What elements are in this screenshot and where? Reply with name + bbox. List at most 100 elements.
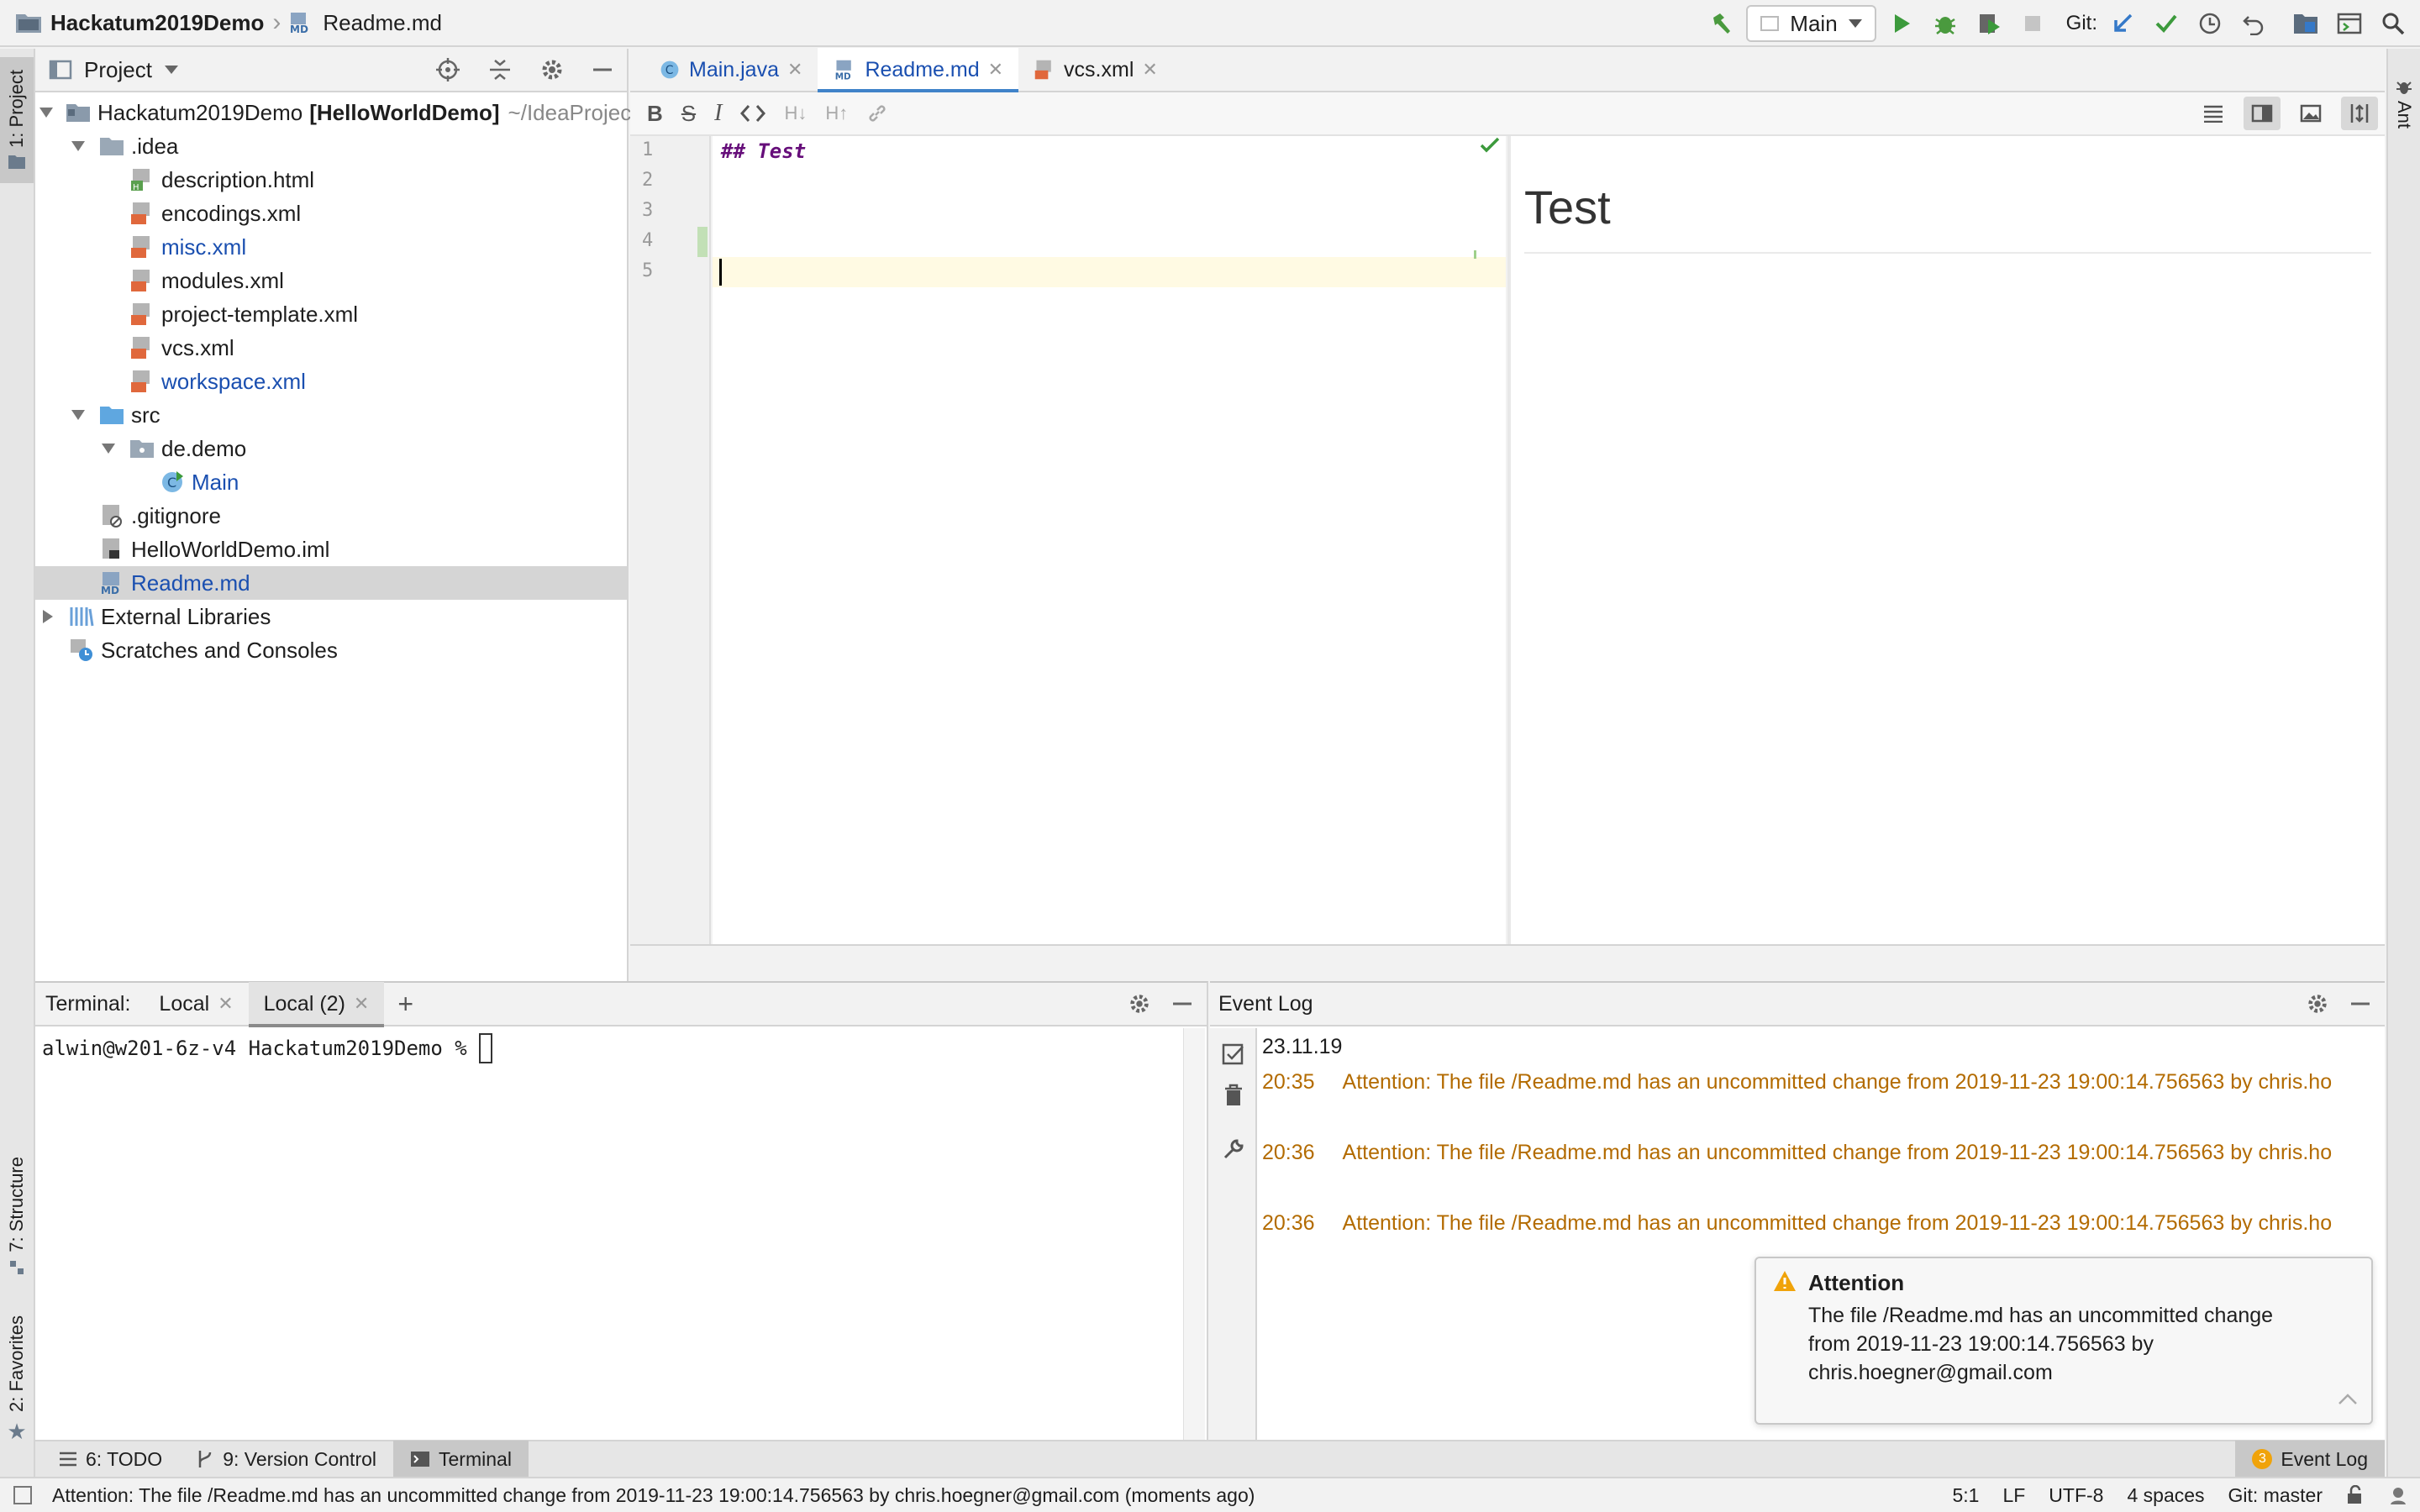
collapsed-arrow-icon[interactable] — [39, 607, 57, 626]
terminal-output[interactable]: alwin@w201-6z-v4 Hackatum2019Demo % — [42, 1033, 493, 1063]
close-icon[interactable]: ✕ — [988, 59, 1003, 81]
code-editor[interactable]: ## Test — [713, 136, 1506, 944]
todo-tool-button[interactable]: 6: TODO — [42, 1441, 179, 1478]
new-session-plus-icon[interactable]: + — [397, 989, 413, 1020]
line-separator[interactable]: LF — [2002, 1484, 2025, 1507]
caret-position[interactable]: 5:1 — [1952, 1484, 1979, 1507]
debug-bug-icon[interactable] — [1927, 5, 1964, 42]
collapse-all-icon[interactable] — [487, 57, 513, 82]
terminal-tab-local[interactable]: Local ✕ — [144, 982, 248, 1026]
breadcrumb-project[interactable]: Hackatum2019Demo — [50, 10, 264, 36]
chevron-up-icon[interactable] — [2338, 1393, 2358, 1406]
stop-icon[interactable] — [2014, 5, 2051, 42]
status-message[interactable]: Attention: The file /Readme.md has an un… — [52, 1484, 1255, 1507]
build-hammer-icon[interactable] — [1702, 5, 1739, 42]
indent-setting[interactable]: 4 spaces — [2127, 1484, 2204, 1507]
file-encoding[interactable]: UTF-8 — [2049, 1484, 2103, 1507]
project-panel-title[interactable]: Project — [84, 57, 152, 83]
tree-label: project-template.xml — [161, 301, 359, 327]
tree-item-file[interactable]: workspace.xml — [35, 365, 629, 398]
no-problems-check-icon[interactable] — [1479, 134, 1501, 156]
expanded-arrow-icon[interactable] — [69, 406, 87, 424]
code-icon[interactable] — [740, 104, 766, 123]
italic-icon[interactable]: I — [714, 100, 722, 127]
trash-icon[interactable] — [1223, 1084, 1244, 1107]
git-branch[interactable]: Git: master — [2228, 1484, 2323, 1507]
split-view-icon[interactable] — [2244, 97, 2281, 130]
expanded-arrow-icon[interactable] — [39, 103, 54, 122]
history-clock-icon[interactable] — [2191, 5, 2228, 42]
gear-icon[interactable] — [539, 57, 565, 82]
gear-icon[interactable] — [2306, 992, 2329, 1016]
tree-item-external-libraries[interactable]: External Libraries — [35, 600, 629, 633]
tree-item-file[interactable]: H description.html — [35, 163, 629, 197]
minimize-icon[interactable] — [592, 59, 613, 81]
structure-tool-button[interactable]: 7: Structure — [0, 1124, 34, 1309]
tree-item-file[interactable]: project-template.xml — [35, 297, 629, 331]
version-control-tool-button[interactable]: 9: Version Control — [179, 1441, 393, 1478]
git-update-icon[interactable] — [2104, 5, 2141, 42]
tree-item-src[interactable]: src — [35, 398, 629, 432]
tree-item-package[interactable]: de.demo — [35, 432, 629, 465]
event-log-tool-button[interactable]: 3 Event Log — [2235, 1441, 2385, 1478]
chevron-down-icon[interactable] — [164, 65, 179, 75]
tree-item-file[interactable]: vcs.xml — [35, 331, 629, 365]
project-tool-button[interactable]: 1: Project — [0, 57, 34, 183]
close-icon[interactable]: ✕ — [1142, 59, 1157, 81]
gear-icon[interactable] — [1128, 992, 1151, 1016]
tree-item-file[interactable]: modules.xml — [35, 264, 629, 297]
minimize-icon[interactable] — [1171, 993, 1193, 1015]
terminal-tool-button[interactable]: Terminal — [393, 1441, 529, 1478]
tree-item-file[interactable]: .gitignore — [35, 499, 629, 533]
tree-item-scratches[interactable]: Scratches and Consoles — [35, 633, 629, 667]
lock-icon[interactable] — [2346, 1485, 2365, 1505]
minimize-icon[interactable] — [2349, 993, 2371, 1015]
git-commit-check-icon[interactable] — [2148, 5, 2185, 42]
toggle-tool-windows-icon[interactable] — [13, 1486, 32, 1504]
preview-only-icon[interactable] — [2292, 97, 2329, 130]
strikethrough-icon[interactable]: S — [681, 101, 696, 127]
close-icon[interactable]: ✕ — [787, 59, 802, 81]
terminal-window-icon[interactable] — [2331, 5, 2368, 42]
run-configuration-selector[interactable]: Main — [1746, 5, 1876, 42]
expanded-arrow-icon[interactable] — [99, 439, 118, 458]
run-with-coverage-icon[interactable] — [1970, 5, 2007, 42]
expanded-arrow-icon[interactable] — [69, 137, 87, 155]
log-entry[interactable]: 20:35 Attention: The file /Readme.md has… — [1262, 1070, 2332, 1095]
locate-target-icon[interactable] — [435, 57, 460, 82]
link-icon[interactable] — [866, 102, 888, 124]
tree-item-file[interactable]: HelloWorldDemo.iml — [35, 533, 629, 566]
close-icon[interactable]: ✕ — [354, 993, 369, 1015]
tab-main-java[interactable]: C Main.java ✕ — [644, 48, 818, 92]
search-icon[interactable] — [2375, 5, 2412, 42]
log-entry[interactable]: 20:36 Attention: The file /Readme.md has… — [1262, 1141, 2332, 1165]
rollback-undo-icon[interactable] — [2235, 5, 2272, 42]
close-icon[interactable]: ✕ — [218, 993, 233, 1015]
run-icon[interactable] — [1883, 5, 1920, 42]
editor-only-icon[interactable] — [2195, 97, 2232, 130]
bold-icon[interactable]: B — [647, 101, 663, 127]
tree-item-file[interactable]: misc.xml — [35, 230, 629, 264]
tree-item-idea[interactable]: .idea — [35, 129, 629, 163]
tree-item-file[interactable]: encodings.xml — [35, 197, 629, 230]
wrench-icon[interactable] — [1222, 1137, 1245, 1161]
scroll-sync-icon[interactable] — [2341, 97, 2378, 130]
ant-tool-button[interactable]: Ant — [2388, 57, 2420, 150]
favorites-tool-button[interactable]: 2: Favorites ★ — [0, 1292, 34, 1468]
notification-balloon[interactable]: Attention The file /Readme.md has an unc… — [1754, 1257, 2373, 1425]
tab-vcs-xml[interactable]: vcs.xml ✕ — [1018, 48, 1173, 92]
project-structure-icon[interactable] — [2287, 5, 2324, 42]
increase-heading-icon[interactable]: H↑ — [825, 102, 848, 124]
tab-readme-md[interactable]: MD Readme.md ✕ — [818, 48, 1019, 93]
terminal-scrollbar[interactable] — [1183, 1028, 1205, 1440]
java-class-icon: C — [659, 59, 681, 81]
decrease-heading-icon[interactable]: H↓ — [784, 102, 807, 124]
breadcrumb-file[interactable]: Readme.md — [323, 10, 442, 36]
tree-item-class[interactable]: C Main — [35, 465, 629, 499]
mark-all-read-icon[interactable] — [1222, 1042, 1245, 1065]
tree-item-project-root[interactable]: Hackatum2019Demo [HelloWorldDemo] ~/Idea… — [35, 96, 631, 129]
log-entry[interactable]: 20:36 Attention: The file /Readme.md has… — [1262, 1211, 2332, 1236]
terminal-tab-local-2[interactable]: Local (2) ✕ — [248, 982, 385, 1027]
inspector-icon[interactable] — [2388, 1485, 2408, 1505]
tree-item-readme[interactable]: MD Readme.md — [35, 566, 629, 600]
